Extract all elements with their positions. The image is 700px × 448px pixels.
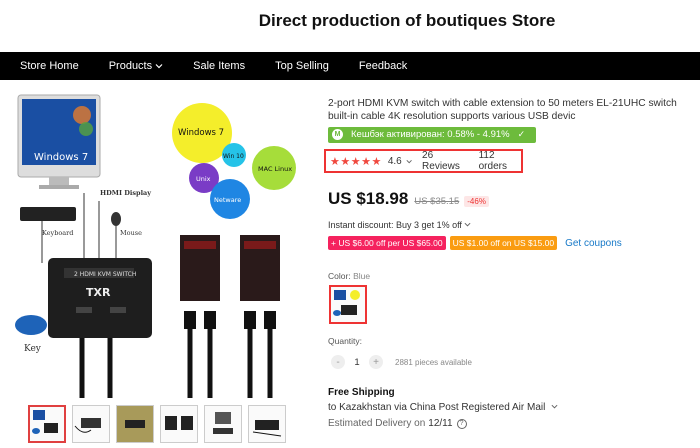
- nav-label: Sale Items: [193, 60, 246, 72]
- price-row: US $18.98 US $35.15 -46%: [328, 189, 489, 209]
- chevron-down-icon: [551, 404, 558, 409]
- instant-discount-text: Instant discount: Buy 3 get 1% off: [328, 220, 462, 230]
- thumbnail-5[interactable]: [204, 405, 242, 443]
- thumbnail-image: [117, 406, 153, 442]
- quantity-label: Quantity:: [328, 336, 363, 346]
- orders-count: 112 orders: [478, 150, 507, 172]
- thumbnail-image: [252, 420, 282, 437]
- chevron-down-icon: [155, 64, 163, 69]
- chevron-down-icon[interactable]: [406, 158, 412, 165]
- nav-products[interactable]: Products: [109, 60, 163, 72]
- color-swatch-blue[interactable]: [329, 285, 367, 324]
- key-label: Key: [24, 344, 42, 354]
- quantity-plus-button[interactable]: +: [369, 355, 383, 369]
- delivery-date: 12/11: [428, 418, 453, 429]
- store-title: Direct production of boutiques Store: [258, 11, 556, 30]
- thumbnail-image: [165, 416, 193, 430]
- estimated-delivery: Estimated Delivery on 12/11 ?: [328, 418, 467, 429]
- star-rating-icon: ★★★★★: [330, 155, 382, 168]
- nav-label: Feedback: [358, 60, 408, 72]
- quantity-available: 2881 pieces available: [395, 357, 472, 367]
- current-price: US $18.98: [328, 189, 409, 208]
- bubble-mac-label: MAC Linux: [258, 165, 292, 173]
- cashback-icon: M: [332, 129, 343, 140]
- original-price: US $35.15: [414, 196, 460, 207]
- quantity-stepper: - 1 + 2881 pieces available: [331, 355, 472, 369]
- chevron-down-icon: [464, 222, 471, 227]
- product-title: 2-port HDMI KVM switch with cable extens…: [328, 98, 677, 122]
- bubble-unix-label: Unix: [196, 175, 211, 183]
- swatch-image: [333, 290, 360, 316]
- shipping-destination-text: to Kazakhstan via China Post Registered …: [328, 402, 546, 413]
- cashback-text: Кешбэк активирован: 0.58% - 4.91%: [351, 129, 510, 140]
- store-navbar: Store Home Products Sale Items Top Selli…: [0, 52, 700, 80]
- color-value: Blue: [353, 271, 371, 281]
- thumbnail-3[interactable]: [116, 405, 154, 443]
- hdmi-display-label: HDMI Display: [100, 189, 151, 197]
- thumbnail-2[interactable]: [72, 405, 110, 443]
- nav-label: Top Selling: [275, 60, 329, 72]
- nav-sale-items[interactable]: Sale Items: [193, 60, 245, 72]
- shipping-destination[interactable]: to Kazakhstan via China Post Registered …: [328, 402, 558, 413]
- device-txr-label: TXR: [86, 286, 111, 299]
- thumbnail-image: [32, 410, 58, 434]
- store-header: Direct production of boutiques Store: [0, 0, 700, 50]
- coupon-orange[interactable]: US $1.00 off on US $15.00: [449, 236, 558, 250]
- thumbnail-image: [74, 418, 101, 433]
- thumbnail-image: [213, 412, 233, 434]
- quantity-minus-button[interactable]: -: [331, 355, 345, 369]
- coupon-row: + US $6.00 off per US $65.00 US $1.00 of…: [328, 236, 622, 250]
- thumbnail-strip: [28, 405, 286, 443]
- product-main-image[interactable]: Windows 7 Keyboard HDMI Display Mouse 2 …: [14, 93, 304, 403]
- cashback-badge[interactable]: M Кешбэк активирован: 0.58% - 4.91% ✓: [328, 126, 536, 143]
- get-coupons-link[interactable]: Get coupons: [565, 238, 622, 249]
- color-label: Color: Blue: [328, 271, 370, 281]
- nav-feedback[interactable]: Feedback: [359, 60, 407, 72]
- check-icon: ✓: [517, 129, 526, 139]
- quantity-input[interactable]: 1: [345, 357, 369, 368]
- nav-top-selling[interactable]: Top Selling: [275, 60, 329, 72]
- bubble-netware-label: Netware: [214, 196, 241, 204]
- keyboard-label: Keyboard: [42, 229, 73, 237]
- coupon-red[interactable]: + US $6.00 off per US $65.00: [328, 236, 446, 250]
- delivery-label: Estimated Delivery on: [328, 418, 426, 429]
- discount-badge: -46%: [464, 196, 489, 207]
- bubble-windows7-label: Windows 7: [178, 128, 224, 138]
- product-details: 2-port HDMI KVM switch with cable extens…: [328, 98, 698, 143]
- reviews-link[interactable]: 26 Reviews: [422, 150, 469, 172]
- device-top-label: 2 HDMI KVM SWITCH: [74, 271, 136, 278]
- mouse-label: Mouse: [120, 229, 142, 237]
- nav-label: Store Home: [20, 60, 79, 72]
- nav-label: Products: [108, 60, 153, 72]
- nav-store-home[interactable]: Store Home: [20, 60, 79, 72]
- rating-value[interactable]: 4.6: [388, 156, 402, 167]
- color-label-text: Color:: [328, 271, 351, 281]
- thumbnail-4[interactable]: [160, 405, 198, 443]
- rating-summary: ★★★★★ 4.6 26 Reviews 112 orders: [324, 149, 523, 173]
- monitor-os-label: Windows 7: [34, 152, 88, 163]
- thumbnail-6[interactable]: [248, 405, 286, 443]
- help-icon[interactable]: ?: [456, 418, 467, 429]
- instant-discount[interactable]: Instant discount: Buy 3 get 1% off: [328, 220, 471, 230]
- shipping-title: Free Shipping: [328, 387, 395, 398]
- bubble-win10-label: Win 10: [223, 153, 244, 160]
- thumbnail-1[interactable]: [28, 405, 66, 443]
